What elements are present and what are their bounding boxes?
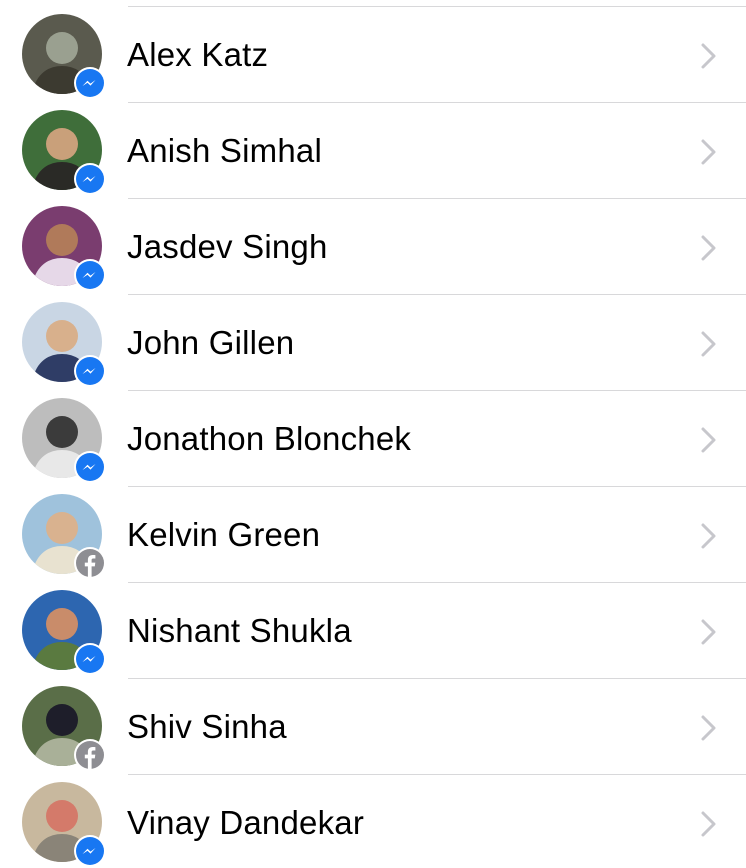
chevron-right-icon (701, 619, 716, 645)
messenger-icon (74, 67, 106, 99)
messenger-icon (74, 643, 106, 675)
contact-row[interactable]: Jonathon Blonchek (0, 391, 746, 487)
contact-row[interactable]: Anish Simhal (0, 103, 746, 199)
contact-name: Shiv Sinha (127, 708, 287, 745)
contact-name: Nishant Shukla (127, 612, 352, 649)
facebook-icon (74, 739, 106, 771)
contact-row[interactable]: Shiv Sinha (0, 679, 746, 775)
chevron-right-icon (701, 43, 716, 69)
contact-name: Alex Katz (127, 36, 269, 73)
messenger-icon (74, 451, 106, 483)
chevron-right-icon (701, 139, 716, 165)
chevron-right-icon (701, 715, 716, 741)
messenger-icon (74, 835, 106, 867)
contact-row[interactable]: Vinay Dandekar (0, 775, 746, 868)
chevron-right-icon (701, 811, 716, 837)
contact-row[interactable]: Alex Katz (0, 7, 746, 103)
contact-name: Jasdev Singh (127, 228, 328, 265)
messenger-icon (74, 163, 106, 195)
contact-name: Jonathon Blonchek (127, 420, 412, 457)
facebook-icon (74, 547, 106, 579)
contact-row[interactable]: Jasdev Singh (0, 199, 746, 295)
contact-row[interactable]: John Gillen (0, 295, 746, 391)
contact-name: Anish Simhal (127, 132, 322, 169)
chevron-right-icon (701, 427, 716, 453)
messenger-icon (74, 259, 106, 291)
chevron-right-icon (701, 523, 716, 549)
messenger-icon (74, 355, 106, 387)
contact-name: Vinay Dandekar (127, 804, 365, 841)
contact-name: John Gillen (127, 324, 295, 361)
contact-name: Kelvin Green (127, 516, 321, 553)
chevron-right-icon (701, 331, 716, 357)
contact-row[interactable]: Kelvin Green (0, 487, 746, 583)
chevron-right-icon (701, 235, 716, 261)
contacts-list: Alex Katz Anish Simhal Jasdev Singh John… (0, 0, 746, 868)
contact-row[interactable]: Nishant Shukla (0, 583, 746, 679)
